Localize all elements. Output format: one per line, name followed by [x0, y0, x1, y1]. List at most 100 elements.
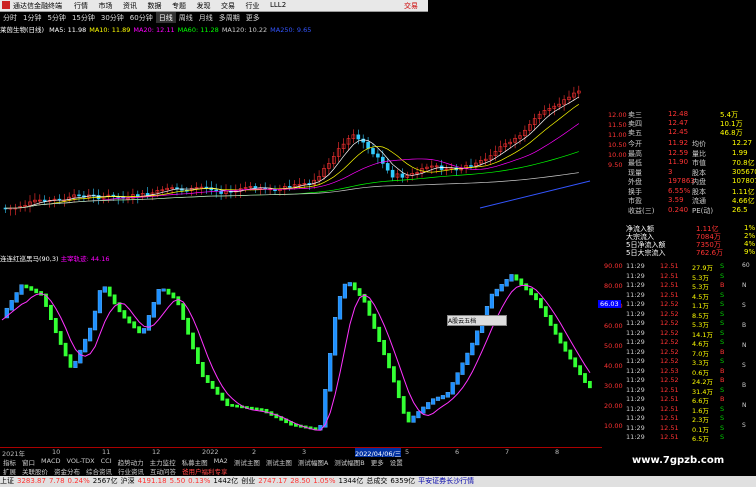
tick-cell: B: [720, 376, 725, 384]
title-bar: 通达信金融终端 行情 市场 资讯 数据 专题 发现 交易 行业 LLL2 交易: [0, 0, 428, 12]
extension-tab[interactable]: 互动问答: [147, 466, 179, 476]
indicator-tab[interactable]: MACD: [38, 457, 63, 466]
extension-tab[interactable]: 爸用户福利专享: [179, 466, 231, 476]
indicator-bar: [548, 315, 553, 326]
indicator-tab[interactable]: 测试幅图A: [295, 457, 331, 467]
tick-cell: B: [720, 281, 725, 289]
stat-cell: 外盘: [628, 178, 642, 186]
indicator-bar: [396, 380, 401, 399]
indicator-tick: 40.00: [604, 362, 623, 370]
period-bar: 分时 1分钟 5分钟 15分钟 30分钟 60分钟 日线 周线 月线 多周期 更多: [0, 12, 428, 23]
index-name[interactable]: 创业: [241, 477, 255, 485]
menu-item-topic[interactable]: 专题: [172, 1, 197, 11]
period-tab-1[interactable]: 1分钟: [20, 12, 44, 23]
indicator-tab[interactable]: 私募主图: [179, 457, 211, 467]
extension-tab[interactable]: 关联股价: [19, 466, 51, 476]
indicator-bar: [431, 398, 436, 405]
ma-line: [5, 151, 579, 209]
indicator-tab[interactable]: 主力监控: [147, 457, 179, 467]
period-tab-0[interactable]: 分时: [0, 12, 20, 23]
indicator-bar: [19, 284, 24, 295]
tick-cell: 11:29: [626, 423, 645, 432]
period-tab-4[interactable]: 30分钟: [98, 12, 127, 23]
period-tab-2[interactable]: 5分钟: [44, 12, 68, 23]
indicator-tab[interactable]: VOL-TDX: [63, 457, 97, 466]
index-change: 7.78: [48, 477, 65, 485]
indicator-bar: [220, 392, 225, 401]
indicator-bar: [87, 327, 93, 342]
period-tab-10[interactable]: 更多: [243, 12, 263, 23]
indicator-bar: [435, 396, 441, 401]
candlestick-chart[interactable]: [0, 33, 610, 251]
menu-item-data[interactable]: 数据: [148, 1, 173, 11]
extension-tab[interactable]: 扩展: [0, 466, 19, 476]
tick-cell: 12.51: [660, 404, 679, 413]
indicator-tab[interactable]: 设置: [387, 457, 406, 467]
indicator-bar: [440, 395, 445, 400]
period-tab-8[interactable]: 月线: [196, 12, 216, 23]
indicator-bar: [102, 286, 107, 293]
tick-row: 11:29 12.52 1.1万 S: [622, 300, 756, 310]
stat-cell: 最低: [628, 159, 642, 167]
menu-item-trade[interactable]: 交易: [221, 1, 246, 11]
tick-list[interactable]: 11:29 12.51 27.9万 S 11:29 12.51 5.3万 S 11:29 12.5…: [622, 262, 756, 444]
stat-cell: 最高: [628, 149, 642, 158]
tick-cell: 12.52: [660, 319, 679, 327]
tick-cell: 31.4万: [692, 387, 713, 396]
menu-item-industry[interactable]: 行业: [246, 1, 271, 11]
indicator-tab[interactable]: 指标: [0, 457, 19, 467]
menu-item-l2[interactable]: LLL2: [270, 1, 295, 11]
period-tab-5[interactable]: 60分钟: [127, 12, 156, 23]
tick-cell: 11:29: [626, 281, 645, 289]
indicator-bar: [465, 352, 470, 366]
indicator-bar: [357, 288, 362, 296]
tick-row: 11:29 12.51 1.6万 S: [622, 404, 756, 415]
tick-cell: S: [720, 309, 725, 318]
level2-popup[interactable]: A股云五档: [447, 315, 507, 326]
tick-cell: 12.51: [660, 290, 679, 299]
period-tab-7[interactable]: 周线: [176, 12, 196, 23]
ask-volume: 46.8万: [720, 129, 743, 137]
indicator-bar: [406, 411, 411, 423]
tick-cell: 11:29: [626, 404, 645, 413]
tick-row: 11:29 12.51 5.3万 S: [622, 272, 756, 282]
indicator-tab[interactable]: MA2: [211, 457, 231, 466]
period-tab-3[interactable]: 15分钟: [69, 12, 98, 23]
indicator-tick: 90.00: [604, 262, 623, 270]
extension-tab[interactable]: 行业资讯: [115, 466, 147, 476]
stat-cell: 107807: [732, 177, 756, 185]
tick-row: 11:29 12.52 14.1万 S: [622, 329, 756, 339]
indicator-bar: [73, 360, 78, 368]
menu-item-market[interactable]: 行情: [74, 1, 99, 11]
extension-tab[interactable]: 综合资讯: [83, 466, 115, 476]
menu-item-info[interactable]: 资讯: [123, 1, 148, 11]
period-tab-6[interactable]: 日线: [155, 12, 176, 23]
index-name[interactable]: 上证: [0, 477, 14, 485]
indicator-bar: [401, 396, 406, 414]
index-name[interactable]: 总成交: [366, 477, 387, 485]
indicator-tab[interactable]: 趋势动力: [115, 457, 147, 467]
index-value: 3283.87: [17, 477, 46, 485]
index-name[interactable]: 沪深: [121, 477, 135, 485]
indicator-tab[interactable]: 测试主图: [263, 457, 295, 467]
flow-row: 5日大宗流入 762.6万 9%: [610, 248, 756, 257]
index-value: 4191.18: [137, 477, 167, 485]
tick-cell: 24.2万: [692, 378, 713, 386]
menu-item-discover[interactable]: 发现: [197, 1, 222, 11]
indicator-tab[interactable]: 窗口: [19, 457, 38, 467]
period-tab-9[interactable]: 多周期: [216, 12, 243, 23]
indicator-chart[interactable]: [0, 262, 600, 444]
stat-cell: 均价: [692, 140, 706, 148]
menu-item-exchange[interactable]: 市场: [99, 1, 124, 11]
date-axis: 2021年 10 11 12 2022 2 3 2022/04/06/三 5 6 7 8: [0, 447, 602, 458]
candle-body: [287, 186, 292, 188]
indicator-bar: [68, 354, 73, 368]
indicator-tab[interactable]: 测试幅图B: [331, 457, 367, 467]
indicator-tab[interactable]: CCI: [98, 457, 115, 466]
indicator-tab[interactable]: 更多: [368, 457, 387, 467]
trade-button[interactable]: 交易: [404, 1, 418, 11]
indicator-tab[interactable]: 测试主图: [231, 457, 263, 467]
extension-tab[interactable]: 资金分布: [51, 466, 83, 476]
indicator-bar: [63, 342, 68, 357]
indicator-bar: [470, 342, 475, 356]
